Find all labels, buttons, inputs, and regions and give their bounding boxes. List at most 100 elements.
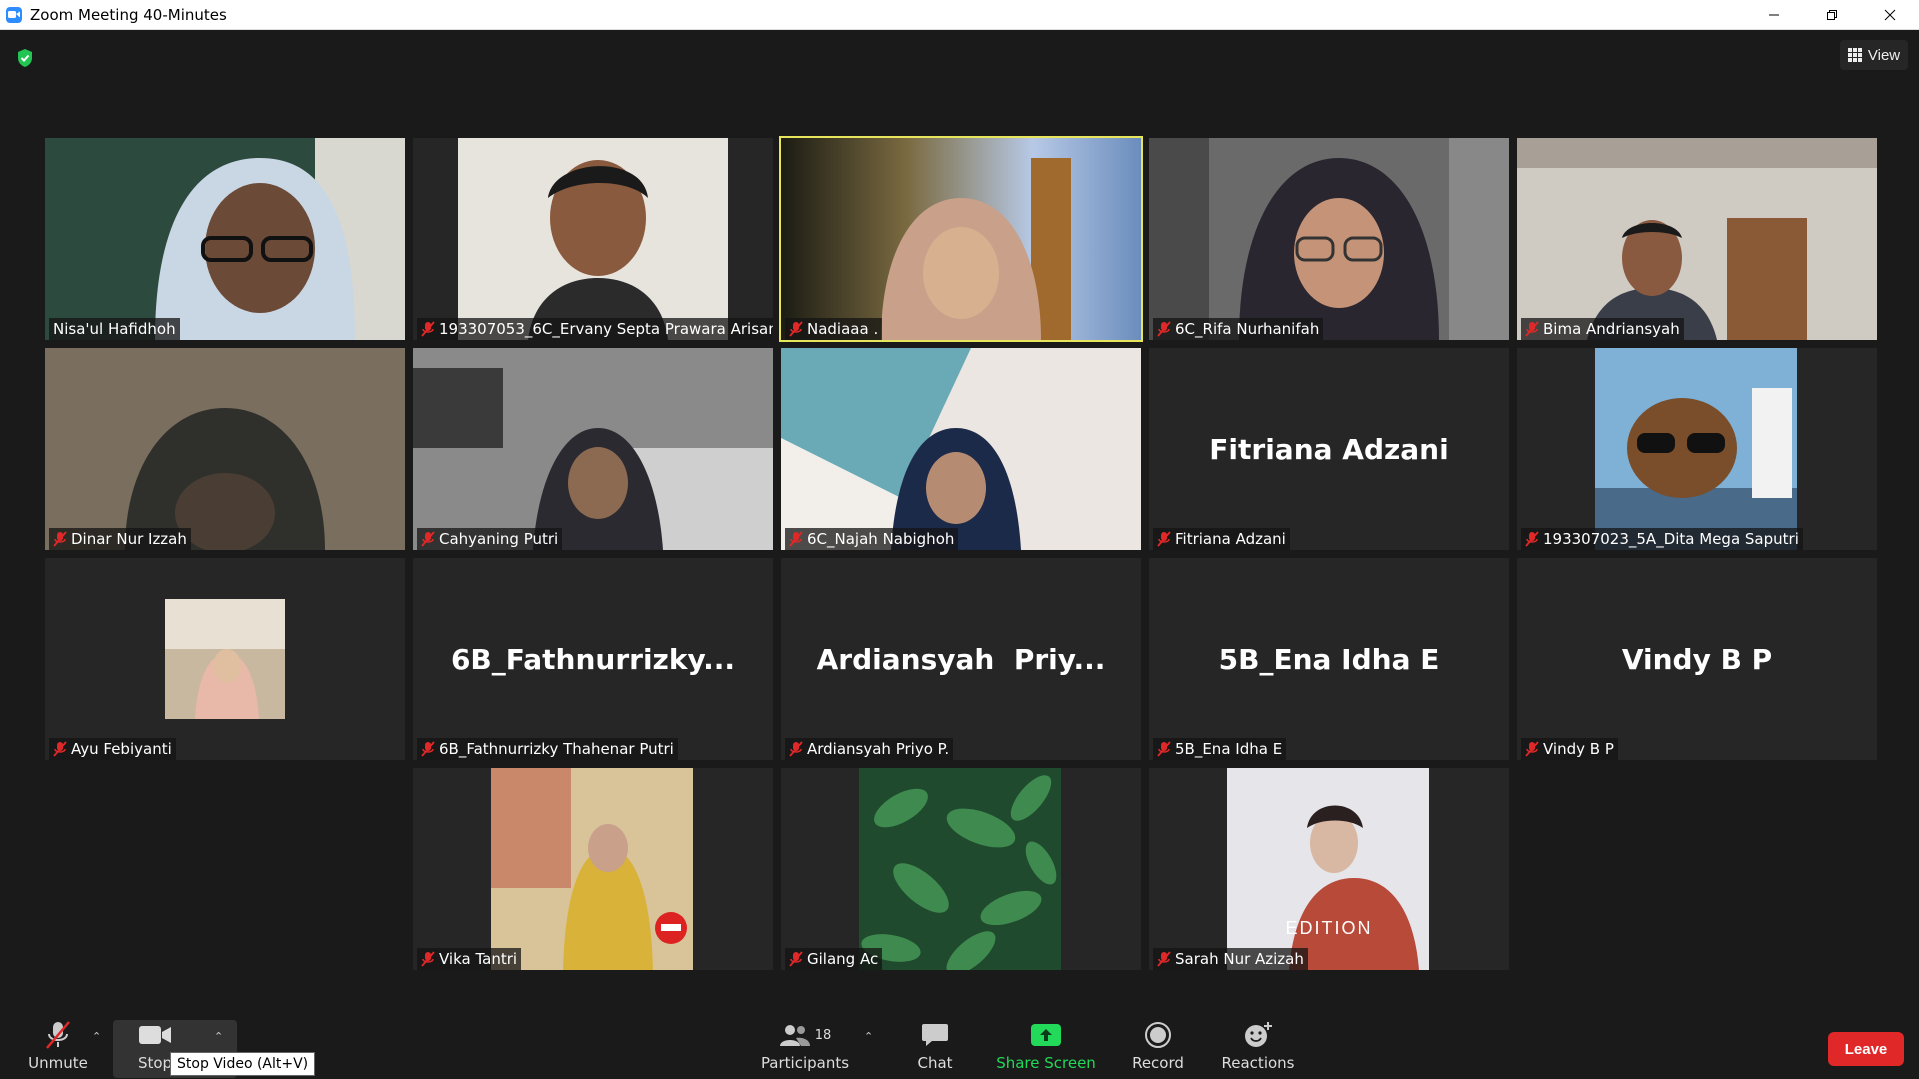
chat-label: Chat: [917, 1054, 953, 1072]
participant-tile[interactable]: 6C_Rifa Nurhanifah: [1149, 138, 1509, 340]
participant-tile[interactable]: 6C_Najah Nabighoh: [781, 348, 1141, 550]
participant-name-label: Nadiaaa .: [785, 318, 883, 340]
participant-name-label: 193307023_5A_Dita Mega Saputri: [1521, 528, 1803, 550]
participant-video: [413, 138, 773, 340]
participant-name-label: 6B_Fathnurrizky Thahenar Putri: [417, 738, 678, 760]
unmute-label: Unmute: [28, 1054, 88, 1072]
participant-tile[interactable]: Gilang Ac: [781, 768, 1141, 970]
participant-tile[interactable]: Vika Tantri: [413, 768, 773, 970]
participants-icon: 18: [779, 1018, 832, 1052]
participant-tile[interactable]: Nisa'ul Hafidhoh: [45, 138, 405, 340]
muted-mic-icon: [1525, 741, 1539, 757]
participant-tile[interactable]: 5B_Ena Idha E 5B_Ena Idha E: [1149, 558, 1509, 760]
participant-name-label: Bima Andriansyah: [1521, 318, 1684, 340]
participant-name-label: Vika Tantri: [417, 948, 522, 970]
participant-avatar: [1517, 348, 1877, 550]
leave-button[interactable]: Leave: [1828, 1032, 1904, 1066]
participant-name-label: Sarah Nur Azizah: [1153, 948, 1308, 970]
muted-mic-icon: [1157, 531, 1171, 547]
participant-avatar: [781, 768, 1141, 970]
participant-tile[interactable]: Cahyaning Putri: [413, 348, 773, 550]
participant-tile[interactable]: 6B_Fathnurrizky... 6B_Fathnurrizky Thahe…: [413, 558, 773, 760]
reactions-button[interactable]: Reactions: [1222, 1018, 1294, 1078]
participant-display-name: Vindy B P: [1621, 642, 1773, 676]
muted-mic-icon: [421, 951, 435, 967]
muted-mic-icon: [44, 1018, 72, 1052]
view-button[interactable]: View: [1840, 40, 1908, 70]
smiley-plus-icon: [1243, 1018, 1273, 1052]
participants-label: Participants: [760, 1054, 850, 1072]
participant-video: [45, 348, 405, 550]
record-button[interactable]: Record: [1130, 1018, 1186, 1078]
record-label: Record: [1132, 1054, 1184, 1072]
muted-mic-icon: [1525, 321, 1539, 337]
participant-tile[interactable]: Dinar Nur Izzah: [45, 348, 405, 550]
meeting-toolbar: Unmute ⌃ Stop ⌃ Stop Video (Alt+V) 18 Pa…: [0, 1008, 1919, 1079]
participant-name-label: Dinar Nur Izzah: [49, 528, 191, 550]
participant-video: [781, 138, 1141, 340]
minimize-button[interactable]: [1745, 0, 1803, 29]
reactions-label: Reactions: [1221, 1054, 1295, 1072]
chat-bubble-icon: [921, 1018, 949, 1052]
participant-name-label: Ayu Febiyanti: [49, 738, 176, 760]
participant-video: [413, 348, 773, 550]
window-title: Zoom Meeting 40-Minutes: [30, 5, 227, 24]
muted-mic-icon: [421, 531, 435, 547]
muted-mic-icon: [1157, 321, 1171, 337]
chat-button[interactable]: Chat: [910, 1018, 960, 1078]
muted-mic-icon: [53, 741, 67, 757]
participant-video: [781, 348, 1141, 550]
window-title-bar: Zoom Meeting 40-Minutes: [0, 0, 1919, 30]
participant-display-name: 5B_Ena Idha E: [1218, 642, 1440, 676]
participant-name-label: 5B_Ena Idha E: [1153, 738, 1287, 760]
participant-avatar: [1149, 768, 1509, 970]
participant-name-label: Ardiansyah Priyo P.: [785, 738, 954, 760]
participant-tile[interactable]: Ayu Febiyanti: [45, 558, 405, 760]
participant-tile[interactable]: 193307053_6C_Ervany Septa Prawara Arisan…: [413, 138, 773, 340]
participant-video: [1517, 138, 1877, 340]
participant-name-label: Gilang Ac: [785, 948, 883, 970]
audio-options-chevron-icon[interactable]: ⌃: [92, 1030, 101, 1043]
muted-mic-icon: [789, 741, 803, 757]
participant-tile[interactable]: EDITION Sarah Nur Azizah: [1149, 768, 1509, 970]
record-icon: [1144, 1018, 1172, 1052]
participant-name-label: 6C_Najah Nabighoh: [785, 528, 959, 550]
participant-tile[interactable]: Vindy B P Vindy B P: [1517, 558, 1877, 760]
participant-display-name: Fitriana Adzani: [1209, 432, 1449, 466]
participant-tile[interactable]: Ardiansyah Priy... Ardiansyah Priyo P.: [781, 558, 1141, 760]
muted-mic-icon: [421, 321, 435, 337]
unmute-button[interactable]: Unmute: [26, 1018, 90, 1078]
participant-tile-active-speaker[interactable]: Nadiaaa .: [779, 136, 1143, 342]
muted-mic-icon: [53, 531, 67, 547]
muted-mic-icon: [421, 741, 435, 757]
stop-video-label: Stop: [137, 1054, 173, 1072]
close-button[interactable]: [1861, 0, 1919, 29]
participant-name-label: 6C_Rifa Nurhanifah: [1153, 318, 1324, 340]
meeting-area: View Nisa'ul Hafidhoh 193307053_6C_Ervan…: [0, 30, 1919, 1008]
participant-tile[interactable]: 193307023_5A_Dita Mega Saputri: [1517, 348, 1877, 550]
encryption-shield-icon[interactable]: [16, 48, 34, 73]
share-screen-icon: [1030, 1018, 1062, 1052]
participant-display-name: 6B_Fathnurrizky...: [450, 642, 736, 676]
participant-tile[interactable]: Fitriana Adzani Fitriana Adzani: [1149, 348, 1509, 550]
participants-button[interactable]: 18 Participants: [760, 1018, 850, 1078]
share-screen-button[interactable]: Share Screen: [996, 1018, 1096, 1078]
participants-options-chevron-icon[interactable]: ⌃: [864, 1030, 873, 1043]
participant-name-label: Cahyaning Putri: [417, 528, 563, 550]
participant-display-name: Ardiansyah Priy...: [816, 642, 1106, 676]
participant-name-label: Fitriana Adzani: [1153, 528, 1290, 550]
muted-mic-icon: [1157, 951, 1171, 967]
grid-icon: [1847, 48, 1862, 62]
restore-button[interactable]: [1803, 0, 1861, 29]
video-options-chevron-icon[interactable]: ⌃: [214, 1030, 223, 1043]
participant-avatar: [413, 768, 773, 970]
muted-mic-icon: [789, 321, 803, 337]
participant-tile[interactable]: Bima Andriansyah: [1517, 138, 1877, 340]
participant-name-label: 193307053_6C_Ervany Septa Prawara Arisan…: [417, 318, 773, 340]
participant-avatar: [45, 558, 405, 760]
participants-count: 18: [814, 1027, 832, 1043]
muted-mic-icon: [1525, 531, 1539, 547]
stop-video-tooltip: Stop Video (Alt+V): [170, 1052, 316, 1076]
avatar-overlay-text: EDITION: [1285, 918, 1373, 938]
participant-name-label: Vindy B P: [1521, 738, 1618, 760]
